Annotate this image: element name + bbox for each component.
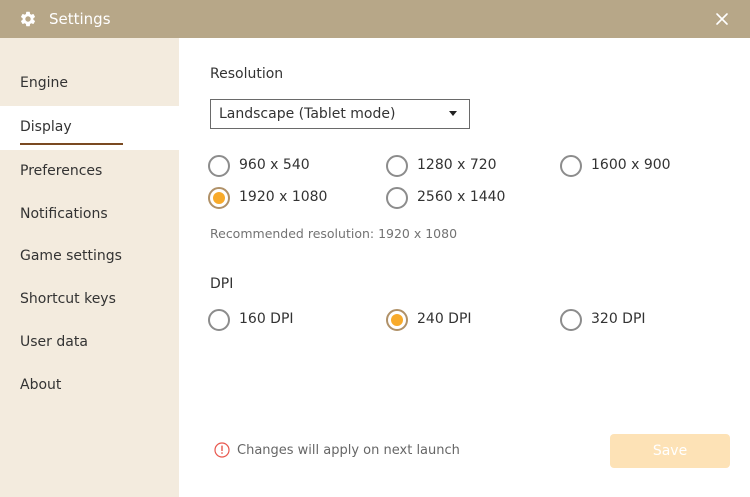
radio-button[interactable] (560, 309, 582, 331)
info-icon (214, 442, 230, 458)
sidebar-item-preferences[interactable]: Preferences (0, 150, 179, 194)
orientation-selected-value: Landscape (Tablet mode) (219, 106, 396, 122)
radio-label: 960 x 540 (239, 157, 310, 173)
restart-notice: Changes will apply on next launch (237, 443, 460, 458)
radio-label: 1920 x 1080 (239, 189, 328, 205)
settings-sidebar: Engine Display Preferences Notifications… (0, 38, 179, 497)
sidebar-item-label: Engine (20, 75, 68, 91)
window-title: Settings (49, 10, 111, 28)
sidebar-item-label: Preferences (20, 163, 103, 179)
save-button[interactable]: Save (610, 434, 730, 468)
radio-label: 240 DPI (417, 311, 472, 327)
radio-selected-dot (213, 192, 225, 204)
radio-button[interactable] (560, 155, 582, 177)
sidebar-item-label: Shortcut keys (20, 291, 116, 307)
recommended-resolution-note: Recommended resolution: 1920 x 1080 (210, 226, 458, 241)
sidebar-item-label: About (20, 377, 62, 393)
sidebar-item-user-data[interactable]: User data (0, 321, 179, 365)
active-tab-indicator (20, 143, 123, 145)
orientation-dropdown[interactable]: Landscape (Tablet mode) (210, 99, 470, 129)
sidebar-item-label: Notifications (20, 206, 108, 222)
display-settings-panel: Resolution Landscape (Tablet mode) 960 x… (179, 38, 750, 497)
radio-button[interactable] (386, 155, 408, 177)
chevron-down-icon (449, 111, 457, 116)
radio-label: 320 DPI (591, 311, 646, 327)
gear-icon (20, 11, 36, 27)
radio-label: 2560 x 1440 (417, 189, 506, 205)
close-icon[interactable] (712, 9, 732, 29)
sidebar-item-game-settings[interactable]: Game settings (0, 235, 179, 279)
sidebar-item-label: Display (20, 119, 72, 135)
sidebar-item-engine[interactable]: Engine (0, 62, 179, 106)
radio-button[interactable] (208, 187, 230, 209)
sidebar-item-about[interactable]: About (0, 364, 179, 408)
radio-label: 1280 x 720 (417, 157, 497, 173)
title-bar: Settings (0, 0, 750, 38)
radio-button[interactable] (386, 309, 408, 331)
sidebar-item-display[interactable]: Display (0, 106, 179, 150)
resolution-title: Resolution (210, 66, 284, 82)
radio-button[interactable] (386, 187, 408, 209)
radio-button[interactable] (208, 155, 230, 177)
radio-label: 160 DPI (239, 311, 294, 327)
sidebar-item-label: User data (20, 334, 88, 350)
radio-label: 1600 x 900 (591, 157, 671, 173)
radio-selected-dot (391, 314, 403, 326)
sidebar-item-label: Game settings (20, 248, 122, 264)
dpi-title: DPI (210, 276, 234, 292)
radio-button[interactable] (208, 309, 230, 331)
sidebar-item-notifications[interactable]: Notifications (0, 193, 179, 237)
sidebar-item-shortcut-keys[interactable]: Shortcut keys (0, 278, 179, 322)
